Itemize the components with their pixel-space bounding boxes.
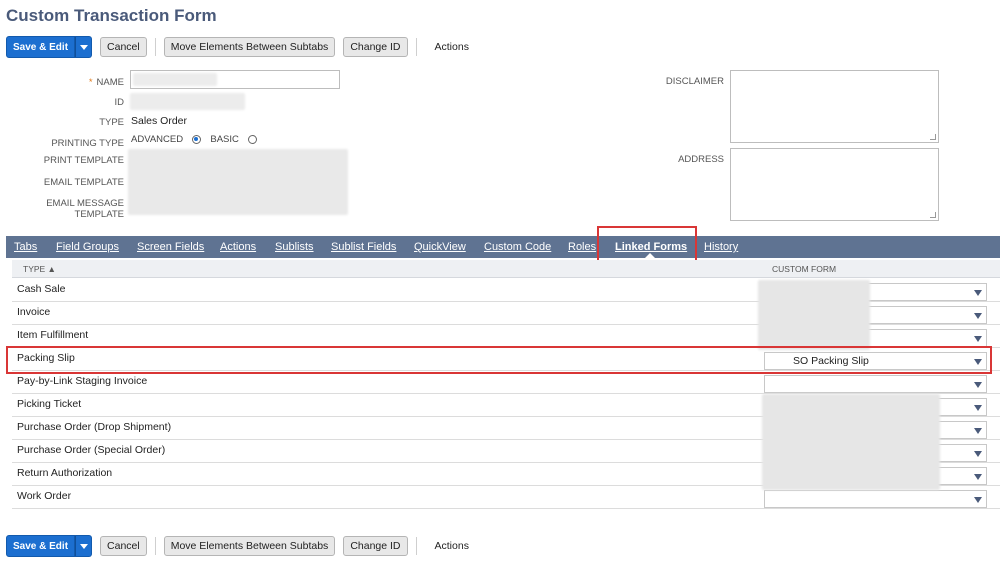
move-elements-button[interactable]: Move Elements Between Subtabs — [163, 536, 336, 556]
disclaimer-label: DISCLAIMER — [665, 76, 724, 87]
name-input[interactable] — [130, 70, 340, 89]
dropdown-arrow-icon — [974, 336, 982, 342]
move-elements-button[interactable]: Move Elements Between Subtabs — [163, 37, 336, 57]
type-label: TYPE — [99, 117, 124, 128]
redacted-value — [133, 73, 217, 86]
row-type: Pay-by-Link Staging Invoice — [17, 375, 148, 387]
advanced-option-label: ADVANCED — [131, 134, 184, 145]
dropdown-arrow-icon — [974, 497, 982, 503]
toolbar-divider — [415, 537, 417, 555]
name-label: * NAME — [88, 77, 124, 88]
row-type: Picking Ticket — [17, 398, 82, 410]
toolbar-divider — [154, 38, 156, 56]
actions-menu[interactable]: Actions — [435, 540, 469, 552]
row-type: Work Order — [17, 490, 72, 502]
save-options-dropdown[interactable] — [75, 535, 93, 557]
id-label: ID — [114, 97, 125, 108]
printing-type-options: ADVANCED BASIC — [131, 134, 257, 145]
dropdown-arrow-icon — [974, 428, 982, 434]
tab-custom-code[interactable]: Custom Code — [484, 236, 551, 258]
row-type: Item Fulfillment — [17, 329, 89, 341]
cancel-button[interactable]: Cancel — [100, 536, 147, 556]
dropdown-arrow-icon — [974, 290, 982, 296]
top-toolbar: Save & Edit Cancel Move Elements Between… — [6, 36, 469, 58]
print-template-label: PRINT TEMPLATE — [43, 155, 124, 166]
email-message-template-label: EMAIL MESSAGE TEMPLATE — [46, 198, 124, 220]
dropdown-arrow-icon — [974, 313, 982, 319]
id-value-redacted — [130, 93, 245, 110]
resize-handle-icon[interactable] — [930, 134, 936, 140]
tab-quickview[interactable]: QuickView — [414, 236, 466, 258]
custom-form-select[interactable] — [764, 375, 987, 393]
custom-forms-redacted — [762, 394, 940, 490]
save-options-dropdown[interactable] — [75, 36, 93, 58]
printing-type-label: PRINTING TYPE — [51, 138, 124, 149]
tab-tabs[interactable]: Tabs — [14, 236, 37, 258]
row-type: Cash Sale — [17, 283, 66, 295]
save-edit-button[interactable]: Save & Edit — [6, 36, 76, 58]
table-row: Pay-by-Link Staging Invoice — [12, 371, 1000, 394]
custom-forms-redacted — [758, 280, 870, 350]
resize-handle-icon[interactable] — [930, 212, 936, 218]
save-edit-button[interactable]: Save & Edit — [6, 535, 76, 557]
tab-actions[interactable]: Actions — [220, 236, 256, 258]
row-type: Purchase Order (Special Order) — [17, 444, 166, 456]
templates-redacted — [128, 149, 348, 215]
disclaimer-textarea[interactable] — [730, 70, 939, 143]
tab-screen-fields[interactable]: Screen Fields — [137, 236, 204, 258]
actions-menu[interactable]: Actions — [435, 41, 469, 53]
chevron-down-icon — [79, 543, 88, 549]
cancel-button[interactable]: Cancel — [100, 37, 147, 57]
subtab-bar: Tabs Field Groups Screen Fields Actions … — [6, 236, 1000, 258]
dropdown-arrow-icon — [974, 474, 982, 480]
toolbar-divider — [154, 537, 156, 555]
basic-option-label: BASIC — [210, 134, 239, 145]
chevron-down-icon — [79, 44, 88, 50]
custom-form-column-header[interactable]: CUSTOM FORM — [772, 264, 836, 274]
tab-roles[interactable]: Roles — [568, 236, 596, 258]
address-textarea[interactable] — [730, 148, 939, 221]
packing-slip-highlight-box — [6, 346, 992, 374]
required-icon: * — [88, 77, 93, 88]
page-title: Custom Transaction Form — [6, 6, 217, 25]
row-type: Return Authorization — [17, 467, 113, 479]
dropdown-arrow-icon — [974, 405, 982, 411]
tab-field-groups[interactable]: Field Groups — [56, 236, 119, 258]
tab-sublists[interactable]: Sublists — [275, 236, 314, 258]
dropdown-arrow-icon — [974, 382, 982, 388]
tab-sublist-fields[interactable]: Sublist Fields — [331, 236, 396, 258]
type-column-header[interactable]: TYPE ▲ — [23, 264, 56, 274]
basic-radio[interactable] — [247, 134, 257, 144]
tab-history[interactable]: History — [704, 236, 738, 258]
active-tab-highlight-box — [597, 226, 697, 262]
linked-forms-table-header: TYPE ▲ CUSTOM FORM — [12, 260, 1000, 278]
custom-form-select[interactable] — [764, 490, 987, 508]
address-label: ADDRESS — [678, 154, 724, 165]
dropdown-arrow-icon — [974, 451, 982, 457]
change-id-button[interactable]: Change ID — [343, 536, 408, 556]
email-template-label: EMAIL TEMPLATE — [43, 177, 124, 188]
bottom-toolbar: Save & Edit Cancel Move Elements Between… — [6, 535, 469, 557]
row-type: Invoice — [17, 306, 51, 318]
type-value: Sales Order — [131, 115, 188, 127]
advanced-radio[interactable] — [191, 134, 201, 144]
row-type: Purchase Order (Drop Shipment) — [17, 421, 172, 433]
change-id-button[interactable]: Change ID — [343, 37, 408, 57]
toolbar-divider — [415, 38, 417, 56]
